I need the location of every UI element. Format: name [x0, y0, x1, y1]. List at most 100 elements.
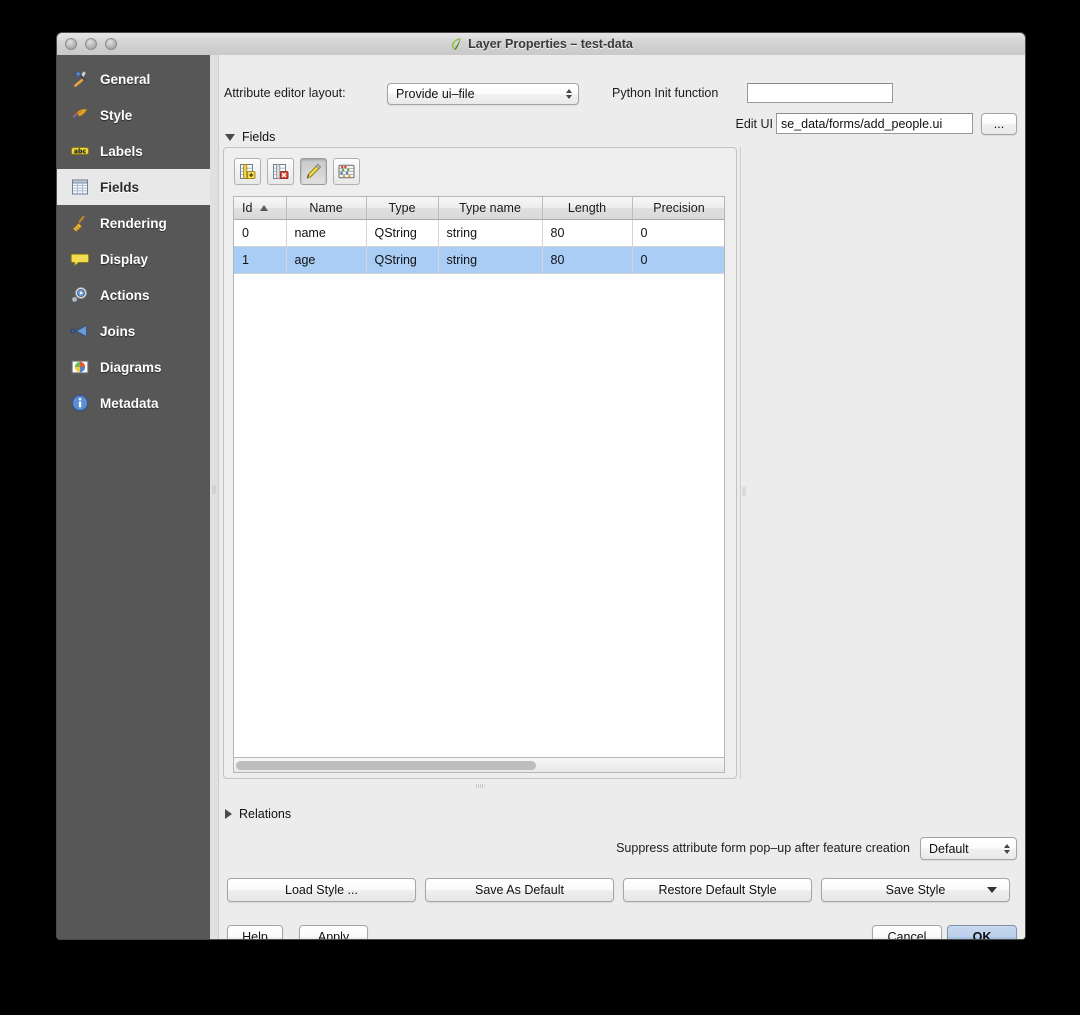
sidebar-item-label: Labels	[100, 143, 143, 159]
sort-ascending-icon	[259, 205, 268, 211]
cell-id: 0	[234, 219, 287, 247]
table-row[interactable]: 1 age QString string 80 0	[234, 246, 724, 274]
sidebar-item-style[interactable]: Style	[57, 97, 210, 133]
cell-length: 80	[542, 246, 633, 274]
apply-button[interactable]: Apply	[299, 925, 368, 939]
pie-chart-icon	[69, 356, 91, 378]
edit-ui-input[interactable]: se_data/forms/add_people.ui	[776, 113, 973, 134]
cancel-button[interactable]: Cancel	[872, 925, 942, 939]
sidebar-item-labels[interactable]: abc Labels	[57, 133, 210, 169]
delete-column-button[interactable]	[267, 158, 294, 185]
combo-arrows-icon	[566, 89, 572, 99]
cell-name: age	[286, 246, 367, 274]
sidebar-item-label: Rendering	[100, 215, 167, 231]
attribute-editor-layout-combo[interactable]: Provide ui–file	[387, 83, 579, 105]
hammer-screwdriver-icon	[69, 68, 91, 90]
window-title-container: Layer Properties – test-data	[57, 33, 1025, 55]
fields-group-header[interactable]: Fields	[225, 130, 275, 144]
sidebar-item-display[interactable]: Display	[57, 241, 210, 277]
column-header-length[interactable]: Length	[542, 197, 633, 220]
table-row[interactable]: 0 name QString string 80 0	[234, 219, 724, 247]
pencil-icon	[306, 163, 322, 179]
sidebar-item-label: General	[100, 71, 151, 87]
chevron-down-icon	[225, 133, 235, 141]
save-style-label: Save Style	[885, 883, 946, 897]
window-title: Layer Properties – test-data	[468, 37, 633, 51]
splitter-grip	[475, 784, 485, 788]
column-header-precision[interactable]: Precision	[632, 197, 724, 220]
suppress-popup-value: Default	[929, 841, 969, 856]
sidebar-item-metadata[interactable]: Metadata	[57, 385, 210, 421]
fields-panel-horizontal-splitter[interactable]	[223, 781, 737, 793]
layer-properties-window: Layer Properties – test-data General Sty…	[56, 32, 1026, 940]
restore-default-style-button[interactable]: Restore Default Style	[623, 878, 812, 902]
sidebar-item-label: Display	[100, 251, 149, 267]
help-button[interactable]: Help	[227, 925, 283, 939]
sidebar-splitter[interactable]	[210, 55, 219, 939]
sidebar-item-actions[interactable]: Actions	[57, 277, 210, 313]
sidebar-item-joins[interactable]: Joins	[57, 313, 210, 349]
field-calculator-button[interactable]	[333, 158, 360, 185]
sidebar-item-rendering[interactable]: Rendering	[57, 205, 210, 241]
cell-name: name	[286, 219, 367, 247]
relations-group-header[interactable]: Relations	[225, 807, 291, 821]
cell-type-name: string	[438, 246, 543, 274]
sidebar-item-label: Joins	[100, 323, 136, 339]
broom-icon	[69, 212, 91, 234]
edit-ui-browse-label: ...	[993, 117, 1005, 131]
new-column-button[interactable]	[234, 158, 261, 185]
style-buttons-row: Load Style ... Save As Default Restore D…	[227, 878, 1025, 902]
column-header-type[interactable]: Type	[366, 197, 439, 220]
delete-column-icon	[273, 164, 289, 180]
fields-group-label: Fields	[242, 130, 276, 144]
attribute-editor-layout-label: Attribute editor layout:	[224, 86, 346, 100]
settings-sidebar: General Style abc Labels Fields Renderin…	[57, 55, 210, 939]
toggle-editing-button[interactable]	[300, 158, 327, 185]
cell-precision: 0	[632, 246, 724, 274]
fields-panel: Attribute editor layout: Provide ui–file…	[219, 55, 1025, 939]
column-header-name[interactable]: Name	[286, 197, 367, 220]
sidebar-item-diagrams[interactable]: Diagrams	[57, 349, 210, 385]
cell-type: QString	[366, 246, 439, 274]
suppress-popup-combo[interactable]: Default	[920, 837, 1017, 860]
save-style-button[interactable]: Save Style	[821, 878, 1010, 902]
abacus-calculator-icon	[338, 164, 355, 179]
fields-table-container[interactable]: Id Name Type Type name Length Precision	[233, 196, 725, 758]
chevron-right-icon	[225, 809, 232, 819]
minimize-window-button[interactable]	[85, 38, 97, 50]
sidebar-item-label: Diagrams	[100, 359, 162, 375]
scrollbar-thumb[interactable]	[236, 761, 536, 770]
combo-arrows-icon	[1004, 843, 1010, 854]
column-header-label: Id	[242, 200, 253, 215]
column-header-id[interactable]: Id	[234, 197, 287, 220]
abc-label-icon: abc	[69, 140, 91, 162]
cell-precision: 0	[632, 219, 724, 247]
cell-type-name: string	[438, 219, 543, 247]
relations-group-label: Relations	[239, 807, 292, 821]
table-grid-icon	[69, 176, 91, 198]
fields-panel-vertical-splitter[interactable]	[740, 147, 750, 779]
sidebar-item-fields[interactable]: Fields	[57, 169, 210, 205]
python-init-function-input[interactable]	[747, 83, 893, 103]
new-column-icon	[240, 164, 256, 180]
sidebar-item-label: Style	[100, 107, 133, 123]
load-style-button[interactable]: Load Style ...	[227, 878, 416, 902]
sidebar-item-label: Actions	[100, 287, 150, 303]
attribute-editor-layout-value: Provide ui–file	[396, 87, 475, 101]
fields-table-horizontal-scrollbar[interactable]	[233, 758, 725, 773]
ok-button[interactable]: OK	[947, 925, 1017, 939]
gear-play-icon	[69, 284, 91, 306]
sidebar-item-general[interactable]: General	[57, 61, 210, 97]
table-header-row: Id Name Type Type name Length Precision	[234, 197, 724, 220]
fields-toolbar	[234, 158, 360, 185]
maximize-window-button[interactable]	[105, 38, 117, 50]
close-window-button[interactable]	[65, 38, 77, 50]
cell-length: 80	[542, 219, 633, 247]
save-as-default-button[interactable]: Save As Default	[425, 878, 614, 902]
column-header-type-name[interactable]: Type name	[438, 197, 543, 220]
fields-table: Id Name Type Type name Length Precision	[234, 197, 724, 274]
python-init-function-label: Python Init function	[612, 86, 719, 100]
edit-ui-browse-button[interactable]: ...	[981, 113, 1017, 135]
dialog-action-row: Help Apply Cancel OK	[227, 925, 1017, 939]
title-bar: Layer Properties – test-data	[57, 33, 1025, 56]
